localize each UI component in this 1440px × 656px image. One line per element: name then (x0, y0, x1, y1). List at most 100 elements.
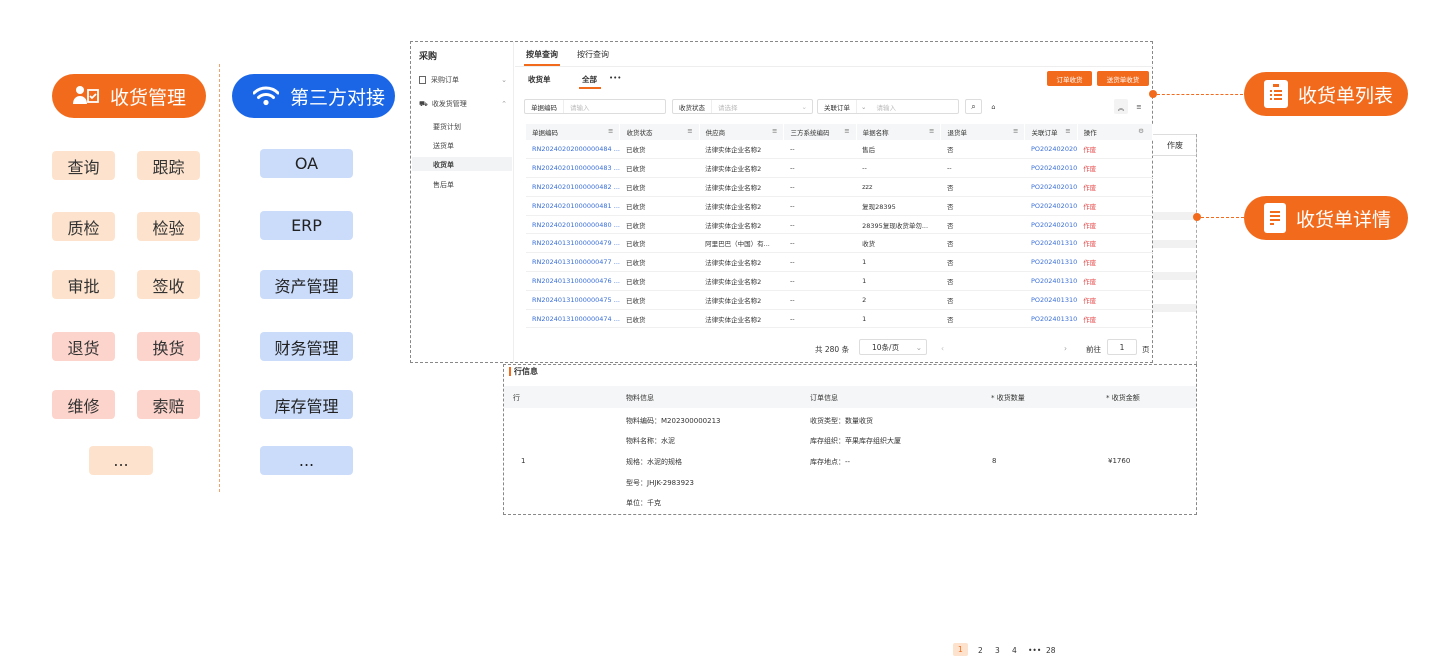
column-header[interactable]: 退货单 ≡ (940, 124, 1026, 140)
filter-icon[interactable]: ≡ (929, 127, 934, 135)
filter-icon[interactable]: ≡ (772, 127, 777, 135)
table-cell[interactable]: PO202402010 (1024, 177, 1078, 197)
filter-icon[interactable]: ≡ (687, 127, 692, 135)
table-cell[interactable]: RN20240201000000482 ... (526, 177, 620, 197)
table-row[interactable]: RN20240201000000482 ... 已收货 法律实体企业名称2 -- zzz… (526, 177, 1153, 197)
table-cell[interactable]: PO202402020 (1024, 140, 1078, 160)
table-cell: 否 (940, 271, 1025, 291)
table-cell[interactable]: 作废 (1077, 158, 1153, 179)
table-cell[interactable]: 作废 (1077, 309, 1153, 329)
column-header[interactable]: 收货状态 ≡ (619, 124, 700, 140)
table-cell[interactable]: PO202402010 (1024, 215, 1078, 235)
table-cell[interactable]: RN20240131000000475 ... (526, 290, 620, 310)
table-row[interactable]: RN20240201000000480 ... 已收货 法律实体企业名称2 -- 283… (526, 215, 1153, 235)
table-row[interactable]: RN20240131000000479 ... 已收货 阿里巴巴（中国）有... --… (526, 233, 1153, 254)
table-cell: 收货 (856, 233, 941, 254)
sidebar-item-label: 收发货管理 (431, 100, 467, 108)
table-cell[interactable]: RN20240201000000481 ... (526, 196, 620, 216)
table-cell: -- (783, 309, 857, 329)
order-receive-button[interactable]: 订单收货 (1047, 71, 1092, 86)
page-item[interactable]: ••• (1028, 646, 1041, 655)
table-cell[interactable]: PO202402010 (1024, 196, 1078, 216)
table-cell[interactable]: RN20240202000000484 ... (526, 140, 620, 160)
user-check-icon (72, 82, 100, 110)
table-cell[interactable]: PO202402010 (1024, 158, 1078, 179)
page-size-select[interactable]: 10条/页 ⌄ (859, 339, 927, 355)
page-item[interactable]: 28 (1046, 646, 1056, 655)
tab-by-order[interactable]: 按单查询 (526, 49, 558, 60)
gear-icon[interactable]: ⚙ (1138, 127, 1144, 135)
table-cell: 已收货 (619, 140, 700, 160)
table-cell[interactable]: RN20240201000000480 ... (526, 215, 620, 235)
filter-settings-button[interactable]: ≡ (1132, 99, 1146, 114)
filter-icon[interactable]: ≡ (608, 127, 613, 135)
sidebar-item-after-sales[interactable]: 售后单 (433, 180, 454, 190)
page-item[interactable]: 2 (978, 646, 983, 655)
table-cell[interactable]: RN20240131000000474 ... (526, 309, 620, 329)
table-cell[interactable]: 作废 (1077, 252, 1153, 273)
table-cell[interactable]: RN20240201000000483 ... (526, 158, 620, 179)
table-cell[interactable]: 作废 (1077, 196, 1153, 216)
prev-page-icon[interactable]: ‹ (941, 344, 944, 353)
table-cell[interactable]: 作废 (1077, 215, 1153, 235)
column-header[interactable]: 三方系统编码 ≡ (783, 124, 857, 140)
column-header[interactable]: 单据编码 ≡ (526, 124, 621, 140)
sidebar-item-shipping[interactable]: ⛟ 收发货管理 ⌃ (419, 99, 507, 109)
col-qty: * 收货数量 (991, 394, 1025, 402)
table-cell: 法律实体企业名称2 (699, 158, 784, 179)
delivery-receive-button[interactable]: 送货单收货 (1097, 71, 1149, 86)
table-cell[interactable]: RN20240131000000477 ... (526, 252, 620, 273)
table-cell: 否 (940, 252, 1025, 273)
table-cell[interactable]: RN20240131000000476 ... (526, 271, 620, 291)
tab-by-line[interactable]: 按行查询 (577, 49, 609, 60)
table-cell: -- (783, 233, 857, 254)
table-cell[interactable]: PO202401310 (1024, 309, 1078, 329)
table-cell[interactable]: PO202401310 (1024, 290, 1078, 310)
subtab-all[interactable]: 全部 (582, 74, 597, 85)
table-row[interactable]: RN20240201000000481 ... 已收货 法律实体企业名称2 -- 复现2… (526, 196, 1153, 216)
table-cell[interactable]: PO202401310 (1024, 233, 1078, 254)
table-cell[interactable]: 作废 (1077, 271, 1153, 291)
cell-qty: 8 (992, 457, 997, 465)
page-item[interactable]: 4 (1012, 646, 1017, 655)
filter-icon[interactable]: ≡ (844, 127, 849, 135)
sidebar-item-demand-plan[interactable]: 要货计划 (433, 122, 461, 132)
filter-doc-code[interactable]: 单据编码 请输入 (524, 99, 666, 114)
receiving-list-window: 采购 采购订单 ⌄ ⛟ 收发货管理 ⌃ 要货计划 送货单 收货单 售后单 按单查… (410, 41, 1154, 656)
page-item[interactable]: 3 (995, 646, 1000, 655)
table-cell: 28395复现收货单勿... (856, 215, 941, 235)
collapse-button[interactable]: ︽ (1114, 99, 1128, 114)
filter-related-order[interactable]: 关联订单 ⌄ 请输入 (817, 99, 959, 114)
table-cell[interactable]: PO202401310 (1024, 271, 1078, 291)
table-cell[interactable]: 作废 (1077, 177, 1153, 197)
table-row[interactable]: RN20240131000000477 ... 已收货 法律实体企业名称2 -- 1 否 P… (526, 252, 1153, 273)
op-tag: 索赔 (137, 390, 200, 419)
column-header[interactable]: 单据名称 ≡ (856, 124, 942, 140)
column-header[interactable]: 供应商 ≡ (699, 124, 785, 140)
table-row[interactable]: RN20240131000000476 ... 已收货 法律实体企业名称2 -- 1 否 P… (526, 271, 1153, 291)
search-button[interactable]: ⌕ (965, 99, 982, 114)
next-page-icon[interactable]: › (1064, 344, 1067, 353)
page-item[interactable]: 1 (953, 643, 968, 656)
table-row[interactable]: RN20240131000000475 ... 已收货 法律实体企业名称2 -- 2 否 P… (526, 290, 1153, 310)
column-header[interactable]: 操作 ⚙ (1077, 124, 1154, 140)
sidebar-item-receipt[interactable]: 收货单 (433, 160, 454, 170)
filter-status[interactable]: 收货状态 请选择 ⌄ (672, 99, 813, 114)
sidebar-item-purchase-order[interactable]: 采购订单 ⌄ (419, 75, 507, 85)
goto-input[interactable]: 1 (1107, 339, 1137, 355)
table-cell: 否 (940, 290, 1025, 310)
table-cell[interactable]: 作废 (1077, 140, 1153, 160)
more-icon[interactable]: ••• (609, 74, 621, 82)
table-cell[interactable]: RN20240131000000479 ... (526, 233, 620, 254)
sidebar-item-delivery-note[interactable]: 送货单 (433, 141, 454, 151)
table-row[interactable]: RN20240201000000483 ... 已收货 法律实体企业名称2 -- -- -… (526, 158, 1153, 179)
table-row[interactable]: RN20240202000000484 ... 已收货 法律实体企业名称2 -- 售后否… (526, 140, 1153, 160)
table-row[interactable]: RN20240131000000474 ... 已收货 法律实体企业名称2 -- 1 否 P… (526, 309, 1153, 329)
table-cell[interactable]: 作废 (1077, 290, 1153, 310)
filter-icon[interactable]: ≡ (1013, 127, 1018, 135)
clear-button[interactable]: ⌂ (985, 99, 1002, 114)
table-cell[interactable]: PO202401310 (1024, 252, 1078, 273)
column-header[interactable]: 关联订单 ≡ (1024, 124, 1078, 140)
table-cell[interactable]: 作废 (1077, 233, 1153, 254)
filter-icon[interactable]: ≡ (1065, 127, 1070, 135)
